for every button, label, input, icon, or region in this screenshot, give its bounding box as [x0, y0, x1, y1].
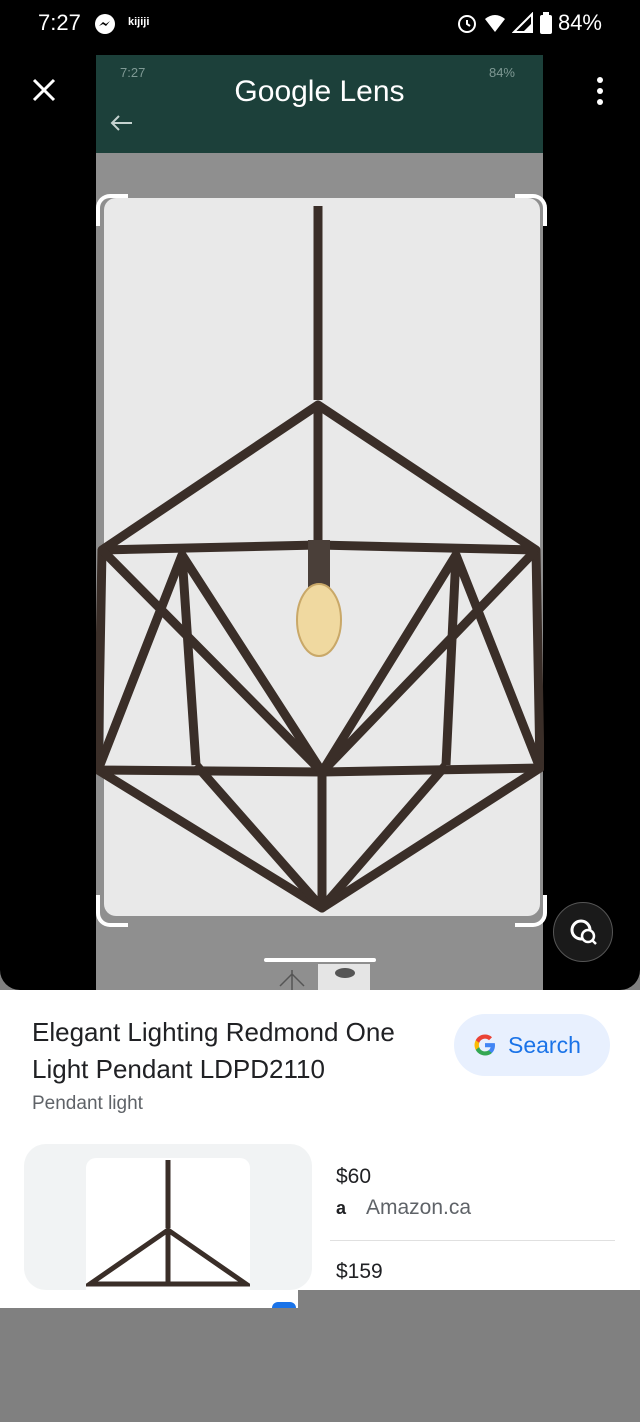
close-icon[interactable] [30, 76, 58, 104]
search-button-label: Search [508, 1031, 581, 1058]
offer-divider [330, 1240, 615, 1241]
alarm-icon [457, 15, 476, 33]
pendant-lamp-image [96, 206, 544, 913]
inner-header: 7:27 84% Google Lens [96, 55, 543, 153]
sheet-drag-handle[interactable] [264, 958, 376, 962]
result-subtitle: Pendant light [32, 1093, 143, 1114]
inner-title: Google Lens [234, 75, 405, 108]
crop-corner-top-right[interactable] [515, 194, 547, 226]
image-search-icon [570, 919, 597, 945]
offer-price[interactable]: $159 [336, 1260, 383, 1284]
crop-corner-bottom-left[interactable] [96, 895, 128, 927]
signal-icon [511, 12, 533, 33]
wifi-icon [484, 15, 505, 32]
offer-price[interactable]: $60 [336, 1165, 371, 1189]
status-bar: 7:27 kijiji 84% [0, 0, 640, 50]
result-thumbnails[interactable] [272, 964, 372, 990]
product-thumbnail [81, 1158, 255, 1290]
crop-corner-top-left[interactable] [96, 194, 128, 226]
overlay-strip [0, 1290, 298, 1308]
image-viewer: 7:27 84% Google Lens [0, 50, 640, 990]
lens-search-button[interactable] [553, 902, 613, 962]
battery-icon [539, 12, 552, 34]
back-arrow-icon [110, 115, 132, 131]
product-lamp-image [81, 1160, 255, 1287]
google-g-icon [474, 1034, 495, 1056]
offer-store-name: Amazon.ca [366, 1196, 472, 1219]
product-image-card[interactable] [24, 1144, 312, 1290]
result-title[interactable]: Elegant Lighting Redmond One Light Penda… [32, 1014, 432, 1088]
kijiji-notification-label: kijiji [128, 16, 150, 28]
more-options-icon[interactable] [590, 76, 610, 106]
status-icons: 84% [456, 10, 602, 36]
battery-percent: 84% [557, 10, 602, 35]
messenger-icon [95, 14, 115, 34]
crop-corner-bottom-right[interactable] [515, 895, 547, 927]
search-button[interactable]: Search [454, 1014, 610, 1076]
status-time: 7:27 [38, 10, 81, 35]
amazon-icon: a [336, 1197, 347, 1218]
results-sheet: Elegant Lighting Redmond One Light Penda… [0, 990, 640, 1290]
overlay-indicator [272, 1302, 296, 1308]
offer-store[interactable]: a Amazon.ca [336, 1196, 471, 1220]
